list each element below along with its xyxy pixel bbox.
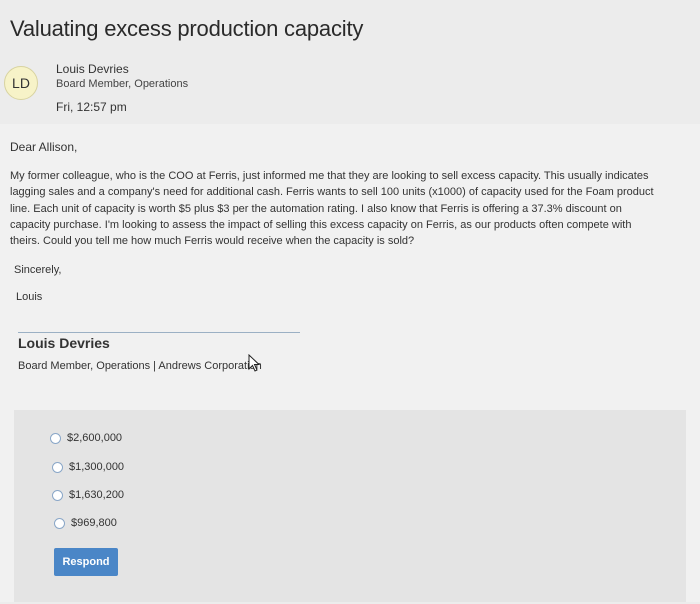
paragraph-line: lagging sales and a company's need for a… [10,186,654,199]
option-3[interactable]: $1,630,200 [52,489,124,501]
paragraph-line: line. Each unit of capacity is worth $5 … [10,202,622,215]
message-timestamp: Fri, 12:57 pm [56,100,127,114]
sender-avatar: LD [4,66,38,100]
option-label: $1,630,200 [69,489,125,501]
sender-name: Louis Devries [56,62,129,76]
message-header: LD Louis Devries Board Member, Operation… [0,58,700,118]
message-greeting: Dear Allison, [10,140,78,154]
radio-button[interactable] [54,517,65,529]
option-label: $969,800 [71,517,117,529]
radio-button[interactable] [52,489,63,501]
signature-title: Board Member, Operations | Andrews Corpo… [18,360,262,372]
message-body: Dear Allison, My former colleague, who i… [0,124,700,602]
page-title: Valuating excess production capacity [10,16,364,41]
paragraph-line: theirs. Could you tell me how much Ferri… [10,235,415,248]
signature-name: Louis Devries [18,335,110,351]
signature-divider [18,332,300,333]
option-label: $2,600,000 [67,432,123,444]
option-4[interactable]: $969,800 [54,517,117,529]
message-closing: Sincerely, [14,264,62,276]
sender-role: Board Member, Operations [56,78,189,90]
radio-button[interactable] [52,461,63,473]
option-label: $1,300,000 [69,461,125,473]
message-paragraph: My former colleague, who is the COO at F… [10,168,698,249]
paragraph-line: My former colleague, who is the COO at F… [10,170,649,182]
respond-button[interactable]: Respond [54,548,118,576]
option-2[interactable]: $1,300,000 [52,461,124,473]
radio-button[interactable] [50,432,61,444]
answer-options-panel: $2,600,000 $1,300,000 $1,630,200 $969,80… [14,410,686,602]
paragraph-line: capacity purchase. I'm looking to assess… [10,218,632,231]
option-1[interactable]: $2,600,000 [50,432,122,444]
page: Valuating excess production capacity LD … [0,0,700,604]
text-cursor-icon [248,354,261,372]
message-signoff: Louis [16,291,43,303]
